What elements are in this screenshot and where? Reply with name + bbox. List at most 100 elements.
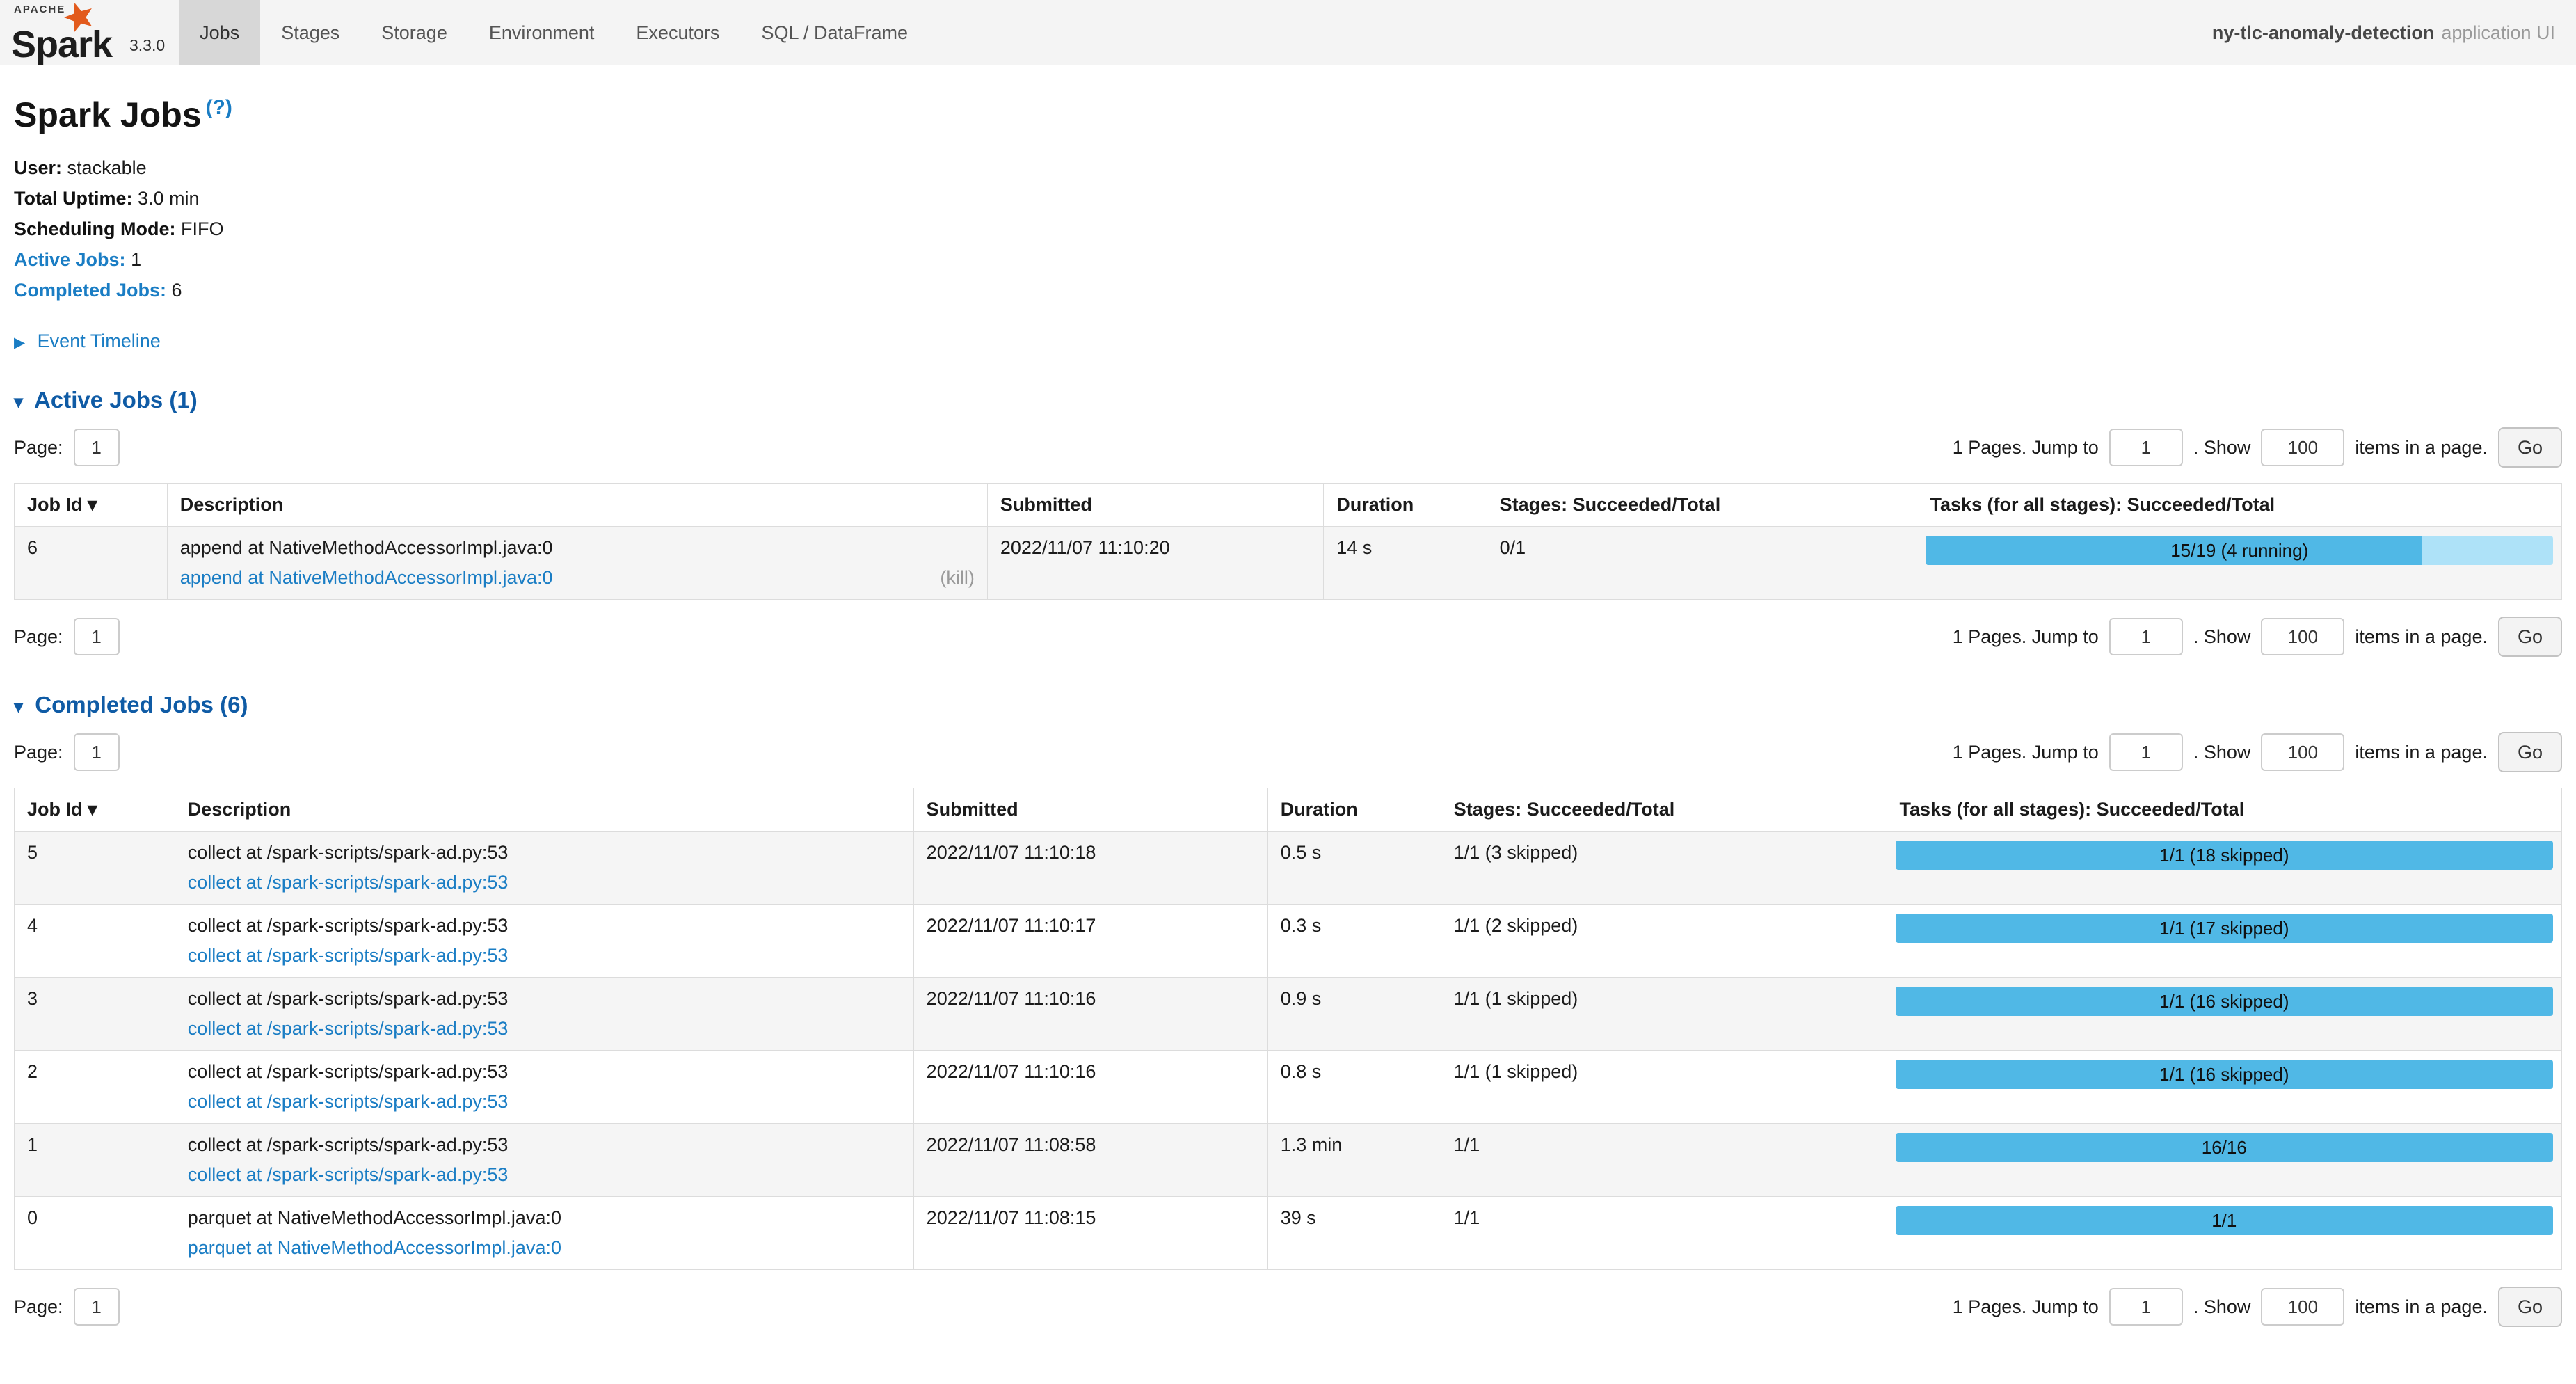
description-cell: parquet at NativeMethodAccessorImpl.java…	[175, 1197, 913, 1270]
description-cell: collect at /spark-scripts/spark-ad.py:53…	[175, 1051, 913, 1124]
jump-to-input[interactable]	[2109, 733, 2183, 771]
completed-jobs-link[interactable]: Completed Jobs:	[14, 280, 166, 301]
job-description-link[interactable]: parquet at NativeMethodAccessorImpl.java…	[188, 1237, 561, 1259]
progress-label: 1/1 (17 skipped)	[1896, 914, 2553, 943]
column-header-duration[interactable]: Duration	[1267, 788, 1441, 832]
jump-to-input[interactable]	[2109, 1288, 2183, 1326]
progress-label: 1/1 (16 skipped)	[1896, 987, 2553, 1016]
summary-scheduling-mode: Scheduling Mode: FIFO	[14, 218, 2562, 240]
collapse-arrow-icon: ▾	[14, 696, 23, 717]
job-description-link[interactable]: collect at /spark-scripts/spark-ad.py:53	[188, 872, 509, 893]
table-header-row: Job Id ▾ Description Submitted Duration …	[15, 788, 2562, 832]
job-description: collect at /spark-scripts/spark-ad.py:53	[188, 1061, 901, 1083]
column-header-stages[interactable]: Stages: Succeeded/Total	[1487, 484, 1917, 527]
column-header-submitted[interactable]: Submitted	[987, 484, 1323, 527]
table-row: 1 collect at /spark-scripts/spark-ad.py:…	[15, 1124, 2562, 1197]
jump-text: 1 Pages. Jump to	[1953, 742, 2099, 763]
duration-cell: 14 s	[1324, 527, 1487, 600]
page-title-text: Spark Jobs	[14, 95, 202, 134]
tab-executors[interactable]: Executors	[615, 0, 740, 65]
completed-jobs-section-title: Completed Jobs (6)	[35, 692, 248, 717]
job-id-cell: 3	[15, 978, 175, 1051]
uptime-value: 3.0 min	[138, 188, 200, 209]
column-header-stages[interactable]: Stages: Succeeded/Total	[1441, 788, 1887, 832]
job-description: collect at /spark-scripts/spark-ad.py:53	[188, 842, 901, 864]
active-jobs-link[interactable]: Active Jobs:	[14, 249, 126, 270]
application-info: ny-tlc-anomaly-detectionapplication UI	[2212, 0, 2576, 65]
column-header-description[interactable]: Description	[167, 484, 987, 527]
progress-label: 1/1	[1896, 1206, 2553, 1235]
tasks-cell: 1/1 (16 skipped)	[1887, 978, 2561, 1051]
table-row: 3 collect at /spark-scripts/spark-ad.py:…	[15, 978, 2562, 1051]
completed-jobs-section-toggle[interactable]: ▾ Completed Jobs (6)	[14, 692, 2562, 718]
tasks-progress-bar: 1/1 (16 skipped)	[1896, 987, 2553, 1016]
items-per-page-input[interactable]	[2261, 1288, 2344, 1326]
column-header-job-id[interactable]: Job Id ▾	[15, 484, 168, 527]
table-row: 6 append at NativeMethodAccessorImpl.jav…	[15, 527, 2562, 600]
items-text: items in a page.	[2355, 626, 2488, 648]
items-per-page-input[interactable]	[2261, 618, 2344, 655]
items-per-page-input[interactable]	[2261, 733, 2344, 771]
job-description: collect at /spark-scripts/spark-ad.py:53	[188, 915, 901, 937]
job-description-link[interactable]: append at NativeMethodAccessorImpl.java:…	[180, 567, 553, 589]
progress-label: 16/16	[1896, 1133, 2553, 1162]
active-jobs-count: 1	[131, 249, 141, 270]
active-jobs-section-toggle[interactable]: ▾ Active Jobs (1)	[14, 387, 2562, 413]
stages-cell: 1/1	[1441, 1124, 1887, 1197]
tab-environment[interactable]: Environment	[468, 0, 616, 65]
jump-to-input[interactable]	[2109, 429, 2183, 466]
go-button[interactable]: Go	[2498, 1287, 2562, 1327]
column-header-description[interactable]: Description	[175, 788, 913, 832]
job-id-cell: 2	[15, 1051, 175, 1124]
tab-storage[interactable]: Storage	[360, 0, 468, 65]
go-button[interactable]: Go	[2498, 732, 2562, 772]
column-header-job-id[interactable]: Job Id ▾	[15, 788, 175, 832]
tasks-cell: 1/1 (17 skipped)	[1887, 905, 2561, 978]
event-timeline-toggle[interactable]: ▶ Event Timeline	[14, 331, 2562, 352]
page-number-input[interactable]	[74, 429, 120, 466]
duration-cell: 0.8 s	[1267, 1051, 1441, 1124]
go-button[interactable]: Go	[2498, 427, 2562, 468]
column-header-duration[interactable]: Duration	[1324, 484, 1487, 527]
tasks-progress-bar: 15/19 (4 running)	[1926, 536, 2553, 565]
job-description-link[interactable]: collect at /spark-scripts/spark-ad.py:53	[188, 1164, 509, 1186]
items-per-page-input[interactable]	[2261, 429, 2344, 466]
page-number-input[interactable]	[74, 618, 120, 655]
job-description: append at NativeMethodAccessorImpl.java:…	[180, 537, 975, 559]
job-description-link[interactable]: collect at /spark-scripts/spark-ad.py:53	[188, 1091, 509, 1113]
table-row: 5 collect at /spark-scripts/spark-ad.py:…	[15, 832, 2562, 905]
column-header-submitted[interactable]: Submitted	[913, 788, 1267, 832]
table-row: 0 parquet at NativeMethodAccessorImpl.ja…	[15, 1197, 2562, 1270]
tab-stages[interactable]: Stages	[260, 0, 360, 65]
submitted-cell: 2022/11/07 11:10:16	[913, 978, 1267, 1051]
page-label: Page:	[14, 626, 63, 648]
page-number-input[interactable]	[74, 1288, 120, 1326]
tab-jobs[interactable]: Jobs	[179, 0, 260, 65]
stages-cell: 0/1	[1487, 527, 1917, 600]
tasks-cell: 16/16	[1887, 1124, 2561, 1197]
job-description-link[interactable]: collect at /spark-scripts/spark-ad.py:53	[188, 1018, 509, 1040]
page-number-input[interactable]	[74, 733, 120, 771]
description-cell: collect at /spark-scripts/spark-ad.py:53…	[175, 905, 913, 978]
pagination-bar: Page: 1 Pages. Jump to . Show items in a…	[14, 1287, 2562, 1327]
job-description: parquet at NativeMethodAccessorImpl.java…	[188, 1207, 901, 1229]
go-button[interactable]: Go	[2498, 617, 2562, 657]
summary-completed-jobs: Completed Jobs: 6	[14, 280, 2562, 301]
stages-cell: 1/1 (1 skipped)	[1441, 978, 1887, 1051]
jump-to-input[interactable]	[2109, 618, 2183, 655]
progress-label: 1/1 (18 skipped)	[1896, 841, 2553, 870]
user-value: stackable	[67, 157, 147, 178]
page-label: Page:	[14, 437, 63, 459]
help-link[interactable]: (?)	[206, 96, 232, 119]
duration-cell: 1.3 min	[1267, 1124, 1441, 1197]
kill-job-link[interactable]: (kill)	[940, 567, 974, 589]
spark-brand: APACHE Spark 3.3.0	[0, 0, 179, 65]
column-header-tasks[interactable]: Tasks (for all stages): Succeeded/Total	[1887, 788, 2561, 832]
active-jobs-section-title: Active Jobs (1)	[34, 387, 198, 413]
column-header-tasks[interactable]: Tasks (for all stages): Succeeded/Total	[1917, 484, 2562, 527]
scheduling-mode-value: FIFO	[181, 218, 224, 239]
expand-arrow-icon: ▶	[14, 335, 25, 351]
description-cell: collect at /spark-scripts/spark-ad.py:53…	[175, 1124, 913, 1197]
tab-sql-dataframe[interactable]: SQL / DataFrame	[740, 0, 929, 65]
job-description-link[interactable]: collect at /spark-scripts/spark-ad.py:53	[188, 945, 509, 967]
